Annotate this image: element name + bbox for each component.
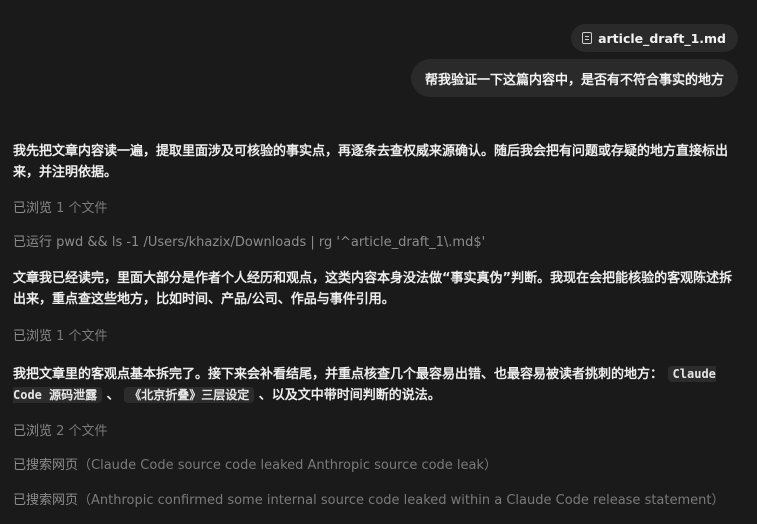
search-query: （Anthropic confirmed some internal sourc… [78,493,725,508]
status-web-search-2[interactable]: 已搜索网页（Anthropic confirmed some internal … [13,492,725,510]
status-ran-command[interactable]: 已运行 pwd && ls -1 /Users/khazix/Downloads… [13,234,485,252]
status-detail: 2 个文件 [56,424,108,439]
status-label: 已搜索网页 [13,458,79,473]
status-label: 已搜索网页 [13,493,79,508]
assistant-paragraph-2: 文章我已经读完，里面大部分是作者个人经历和观点，这类内容本身没法做“事实真伪”判… [13,271,733,307]
status-detail: 1 个文件 [56,329,108,344]
assistant-paragraph-1: 我先把文章内容读一遍，提取里面涉及可核验的事实点，再逐条去查权威来源确认。随后我… [13,144,729,180]
status-label: 已运行 [13,235,53,250]
paragraph-3-prefix: 我把文章里的客观点基本拆完了。接下来会补看结尾，并重点核查几个最容易出错、也最容… [13,367,664,382]
status-browsed-2[interactable]: 已浏览 1 个文件 [13,328,108,346]
status-label: 已浏览 [13,424,53,439]
attachment-chip[interactable]: article_draft_1.md [571,24,738,52]
user-message-bubble: 帮我验证一下这篇内容中，是否有不符合事实的地方 [410,59,738,97]
inline-code-beijing-folding: 《北京折叠》三层设定 [124,387,255,403]
user-message-text: 帮我验证一下这篇内容中，是否有不符合事实的地方 [424,72,724,88]
status-browsed-3[interactable]: 已浏览 2 个文件 [13,423,108,441]
status-label: 已浏览 [13,329,53,344]
attachment-filename: article_draft_1.md [598,30,726,46]
status-detail: 1 个文件 [56,201,108,216]
status-browsed-1[interactable]: 已浏览 1 个文件 [13,200,108,218]
file-icon [582,32,593,44]
status-command: pwd && ls -1 /Users/khazix/Downloads | r… [56,235,486,250]
paragraph-3-separator: 、 [106,388,120,403]
search-query: （Claude Code source code leaked Anthropi… [78,458,498,473]
chat-transcript: article_draft_1.md 帮我验证一下这篇内容中，是否有不符合事实的… [0,0,757,524]
paragraph-3-suffix: 、以及文中带时间判断的说法。 [258,388,441,403]
assistant-paragraph-3: 我把文章里的客观点基本拆完了。接下来会补看结尾，并重点核查几个最容易出错、也最容… [13,364,735,406]
status-web-search-1[interactable]: 已搜索网页（Claude Code source code leaked Ant… [13,457,497,475]
status-label: 已浏览 [13,201,53,216]
